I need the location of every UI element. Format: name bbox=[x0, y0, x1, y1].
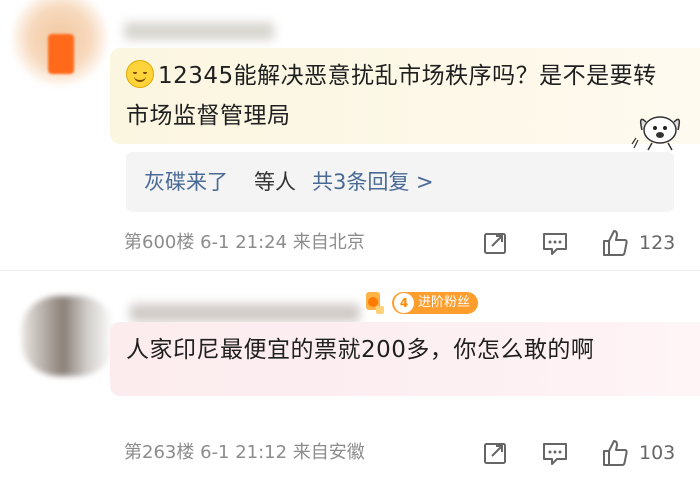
comment-meta: 第600楼 6-1 21:24 来自北京 bbox=[124, 232, 365, 253]
view-replies-link[interactable]: 共3条回复 > bbox=[312, 169, 434, 195]
share-icon[interactable] bbox=[480, 438, 510, 468]
reply-username[interactable]: 灰碟来了 bbox=[144, 169, 228, 195]
comment-icon[interactable] bbox=[540, 438, 570, 468]
like-icon[interactable] bbox=[600, 228, 630, 258]
dog-sticker-icon bbox=[631, 116, 681, 151]
like-count: 103 bbox=[639, 442, 676, 464]
avatar-accent bbox=[48, 34, 74, 74]
comment-text-body: 12345能解决恶意扰乱市场秩序吗？是不是要转市场监督管理局 bbox=[126, 63, 657, 129]
share-icon[interactable] bbox=[480, 228, 510, 258]
like-icon[interactable] bbox=[600, 438, 630, 468]
replies-box[interactable]: 灰碟来了 等人 共3条回复 > bbox=[126, 152, 674, 212]
reply-text: 等人 bbox=[254, 170, 296, 194]
username[interactable] bbox=[124, 22, 274, 40]
comment-text: 12345能解决恶意扰乱市场秩序吗？是不是要转市场监督管理局 bbox=[126, 56, 666, 136]
like-count: 123 bbox=[639, 232, 676, 254]
smile-emoji-icon bbox=[126, 60, 154, 88]
comment-item: 12345能解决恶意扰乱市场秩序吗？是不是要转市场监督管理局 灰碟来了 等人 共… bbox=[0, 0, 700, 268]
divider bbox=[0, 270, 700, 271]
comment-footer: 第263楼 6-1 21:12 来自安徽 103 bbox=[0, 282, 700, 481]
comment-icon[interactable] bbox=[540, 228, 570, 258]
comment-meta: 第263楼 6-1 21:12 来自安徽 bbox=[124, 442, 365, 463]
